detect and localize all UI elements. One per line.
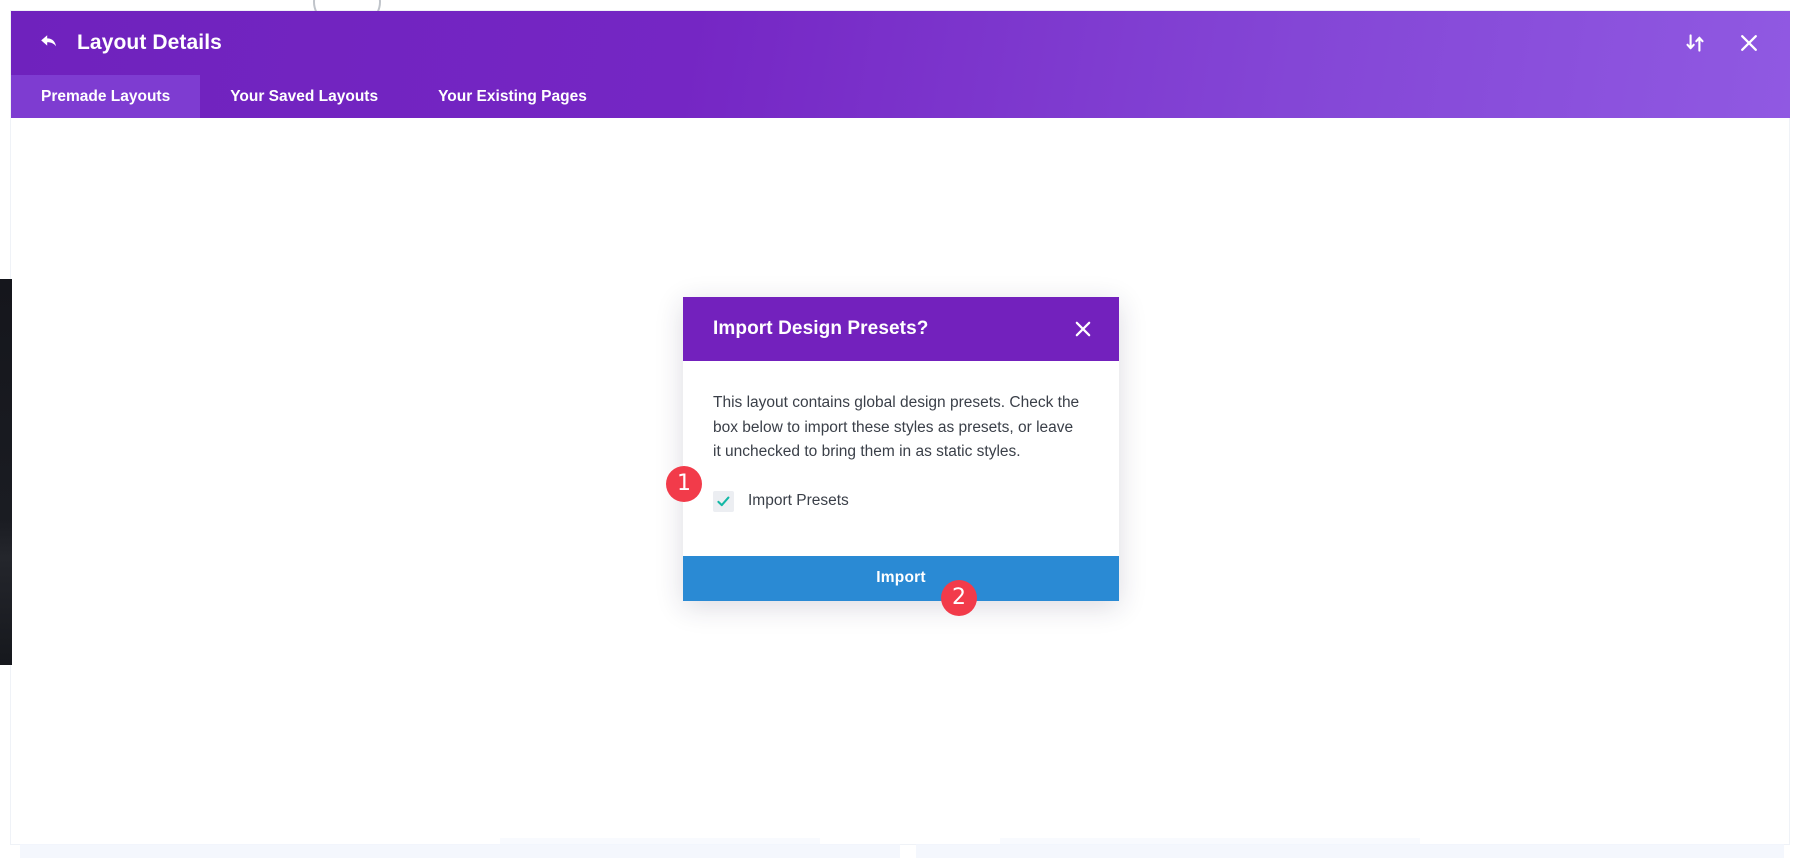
annotation-badge-number: 1: [677, 471, 691, 496]
layout-details-panel: Layout Details Premade Layouts Your Save…: [11, 11, 1790, 118]
checkmark-icon: [717, 496, 730, 506]
modal-body: This layout contains global design prese…: [683, 361, 1119, 556]
modal-title: Import Design Presets?: [713, 318, 929, 339]
tab-label: Your Existing Pages: [438, 87, 587, 105]
modal-header: Import Design Presets?: [683, 297, 1119, 361]
tab-premade-layouts[interactable]: Premade Layouts: [11, 75, 201, 118]
import-design-presets-modal: Import Design Presets? This layout conta…: [683, 297, 1119, 601]
tab-your-existing-pages[interactable]: Your Existing Pages: [408, 75, 617, 118]
panel-header: Layout Details: [11, 11, 1790, 75]
annotation-badge-2: 2: [941, 580, 977, 616]
import-presets-checkbox[interactable]: [713, 490, 734, 512]
app-root: Layout Details Premade Layouts Your Save…: [0, 0, 1800, 858]
import-button-label: Import: [876, 569, 926, 586]
import-button[interactable]: Import: [683, 555, 1119, 601]
modal-close-icon[interactable]: [1069, 315, 1097, 343]
sort-updown-icon[interactable]: [1680, 28, 1710, 58]
background-placeholder-card: [20, 844, 900, 858]
close-icon[interactable]: [1734, 28, 1764, 58]
import-presets-checkbox-row[interactable]: Import Presets: [713, 490, 1089, 512]
back-arrow-icon[interactable]: [37, 30, 63, 56]
background-dark-rail: [0, 279, 12, 665]
modal-description: This layout contains global design prese…: [713, 394, 1080, 460]
page-title: Layout Details: [77, 31, 222, 54]
tab-label: Premade Layouts: [41, 87, 171, 105]
background-placeholder-card: [916, 844, 1784, 858]
annotation-badge-number: 2: [952, 585, 966, 610]
import-presets-label: Import Presets: [748, 492, 849, 510]
tab-label: Your Saved Layouts: [230, 87, 379, 105]
tab-bar: Premade Layouts Your Saved Layouts Your …: [11, 75, 1790, 118]
annotation-badge-1: 1: [666, 466, 702, 502]
tab-your-saved-layouts[interactable]: Your Saved Layouts: [200, 75, 408, 118]
